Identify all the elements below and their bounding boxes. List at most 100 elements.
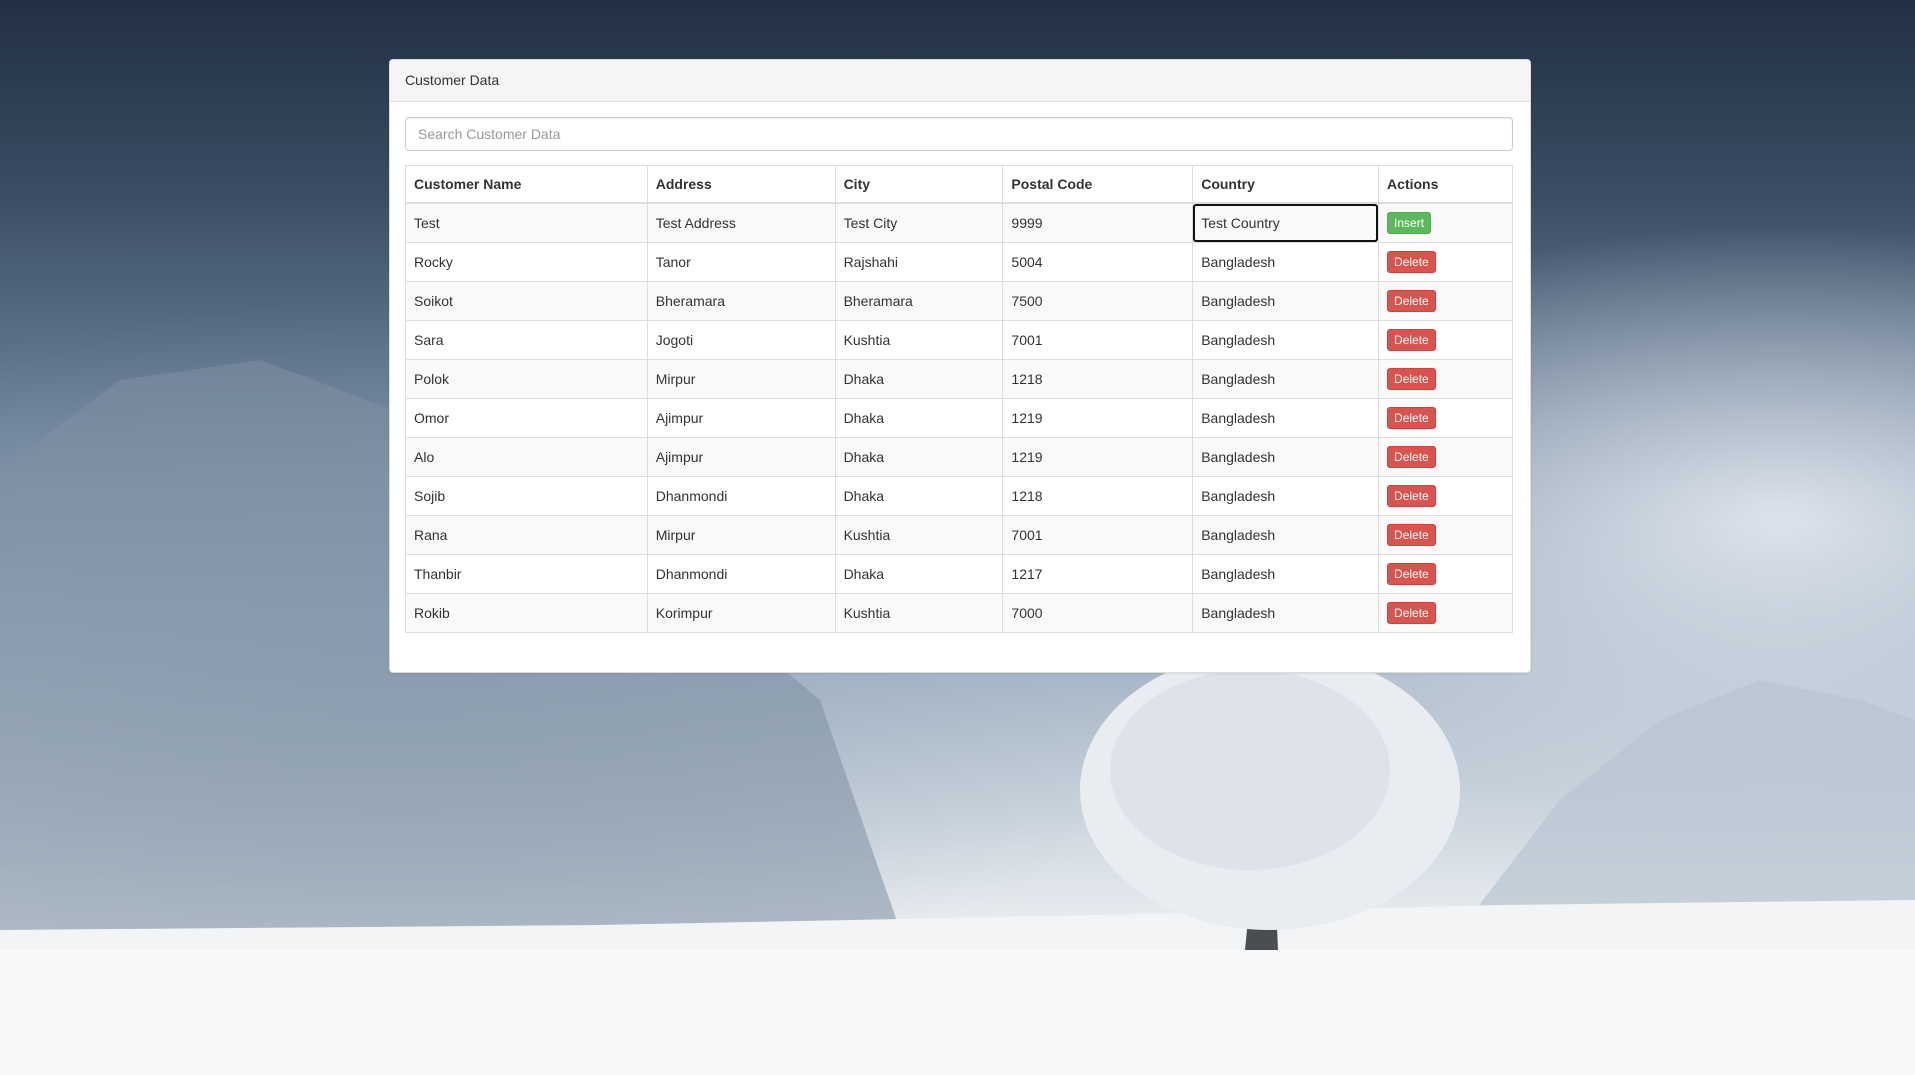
insert-button[interactable]: Insert	[1387, 212, 1432, 234]
table-row: Rana Mirpur Kushtia 7001 Bangladesh Dele…	[405, 515, 1513, 555]
cell-address: Ajimpur	[646, 437, 836, 477]
cell-postal-code: 5004	[1002, 242, 1194, 282]
actions-cell: Delete	[1378, 593, 1513, 633]
cell-name: Thanbir	[405, 554, 648, 594]
column-header-postal-code: Postal Code	[1002, 165, 1194, 204]
table-row: Rokib Korimpur Kushtia 7000 Bangladesh D…	[405, 593, 1513, 633]
table-row: Alo Ajimpur Dhaka 1219 Bangladesh Delete	[405, 437, 1513, 477]
cell-postal-code: 1218	[1002, 476, 1194, 516]
cell-country: Bangladesh	[1192, 437, 1380, 477]
cell-postal-code: 1219	[1002, 398, 1194, 438]
delete-button[interactable]: Delete	[1387, 251, 1436, 273]
cell-city: Bheramara	[834, 281, 1004, 321]
delete-button[interactable]: Delete	[1387, 485, 1436, 507]
cell-address: Dhanmondi	[646, 476, 836, 516]
cell-name: Rokib	[405, 593, 648, 633]
table-header-row: Customer Name Address City Postal Code C…	[405, 165, 1513, 204]
actions-cell: Delete	[1378, 398, 1513, 438]
cell-address: Korimpur	[646, 593, 836, 633]
table-row: Sojib Dhanmondi Dhaka 1218 Bangladesh De…	[405, 476, 1513, 516]
cell-postal-code: 7000	[1002, 593, 1194, 633]
column-header-customer-name: Customer Name	[405, 165, 648, 204]
editable-postal-cell[interactable]: 9999	[1002, 202, 1194, 243]
delete-button[interactable]: Delete	[1387, 524, 1436, 546]
cell-postal-code: 1217	[1002, 554, 1194, 594]
actions-cell: Delete	[1378, 554, 1513, 594]
column-header-actions: Actions	[1378, 165, 1513, 204]
cell-country: Bangladesh	[1192, 359, 1380, 399]
editable-country-cell[interactable]: Test Country	[1192, 202, 1380, 243]
delete-button[interactable]: Delete	[1387, 563, 1436, 585]
cell-city: Kushtia	[834, 593, 1004, 633]
cell-country: Bangladesh	[1192, 398, 1380, 438]
column-header-country: Country	[1192, 165, 1380, 204]
delete-button[interactable]: Delete	[1387, 368, 1436, 390]
editable-name-cell[interactable]: Test	[405, 202, 648, 243]
delete-button[interactable]: Delete	[1387, 290, 1436, 312]
actions-cell: Delete	[1378, 476, 1513, 516]
actions-cell: Delete	[1378, 359, 1513, 399]
cell-address: Ajimpur	[646, 398, 836, 438]
actions-cell: Delete	[1378, 242, 1513, 282]
cell-postal-code: 1219	[1002, 437, 1194, 477]
cell-city: Dhaka	[834, 359, 1004, 399]
cell-name: Soikot	[405, 281, 648, 321]
background-snow-ground	[0, 950, 1915, 1075]
cell-country: Bangladesh	[1192, 281, 1380, 321]
delete-button[interactable]: Delete	[1387, 329, 1436, 351]
table-row: Soikot Bheramara Bheramara 7500 Banglade…	[405, 281, 1513, 321]
actions-cell: Insert	[1378, 202, 1513, 243]
cell-country: Bangladesh	[1192, 476, 1380, 516]
cell-address: Tanor	[646, 242, 836, 282]
cell-postal-code: 1218	[1002, 359, 1194, 399]
editable-address-cell[interactable]: Test Address	[646, 202, 836, 243]
panel-title: Customer Data	[390, 60, 1530, 102]
cell-country: Bangladesh	[1192, 515, 1380, 555]
cell-name: Omor	[405, 398, 648, 438]
cell-city: Dhaka	[834, 398, 1004, 438]
cell-city: Kushtia	[834, 515, 1004, 555]
column-header-city: City	[834, 165, 1004, 204]
table-row: Rocky Tanor Rajshahi 5004 Bangladesh Del…	[405, 242, 1513, 282]
table-row: Polok Mirpur Dhaka 1218 Bangladesh Delet…	[405, 359, 1513, 399]
cell-name: Polok	[405, 359, 648, 399]
customer-table: Customer Name Address City Postal Code C…	[405, 165, 1513, 633]
customer-data-panel: Customer Data Customer Name Address City…	[389, 59, 1531, 673]
cell-address: Mirpur	[646, 359, 836, 399]
cell-address: Bheramara	[646, 281, 836, 321]
cell-address: Mirpur	[646, 515, 836, 555]
editable-city-cell[interactable]: Test City	[834, 202, 1004, 243]
column-header-address: Address	[646, 165, 836, 204]
cell-name: Rocky	[405, 242, 648, 282]
table-row: Omor Ajimpur Dhaka 1219 Bangladesh Delet…	[405, 398, 1513, 438]
actions-cell: Delete	[1378, 437, 1513, 477]
cell-country: Bangladesh	[1192, 320, 1380, 360]
cell-address: Dhanmondi	[646, 554, 836, 594]
background-tree-crown-shade	[1110, 670, 1390, 870]
cell-name: Rana	[405, 515, 648, 555]
cell-name: Sara	[405, 320, 648, 360]
actions-cell: Delete	[1378, 515, 1513, 555]
cell-city: Rajshahi	[834, 242, 1004, 282]
cell-city: Dhaka	[834, 554, 1004, 594]
background-mountains-right	[1460, 680, 1915, 930]
cell-city: Kushtia	[834, 320, 1004, 360]
delete-button[interactable]: Delete	[1387, 602, 1436, 624]
insert-row: Test Test Address Test City 9999 Test Co…	[405, 202, 1513, 243]
cell-name: Alo	[405, 437, 648, 477]
cell-country: Bangladesh	[1192, 593, 1380, 633]
table-row: Thanbir Dhanmondi Dhaka 1217 Bangladesh …	[405, 554, 1513, 594]
cell-postal-code: 7001	[1002, 515, 1194, 555]
delete-button[interactable]: Delete	[1387, 446, 1436, 468]
cell-country: Bangladesh	[1192, 242, 1380, 282]
cell-city: Dhaka	[834, 437, 1004, 477]
cell-country: Bangladesh	[1192, 554, 1380, 594]
actions-cell: Delete	[1378, 281, 1513, 321]
table-row: Sara Jogoti Kushtia 7001 Bangladesh Dele…	[405, 320, 1513, 360]
actions-cell: Delete	[1378, 320, 1513, 360]
search-input[interactable]	[405, 117, 1513, 151]
delete-button[interactable]: Delete	[1387, 407, 1436, 429]
cell-postal-code: 7500	[1002, 281, 1194, 321]
cell-city: Dhaka	[834, 476, 1004, 516]
cell-postal-code: 7001	[1002, 320, 1194, 360]
